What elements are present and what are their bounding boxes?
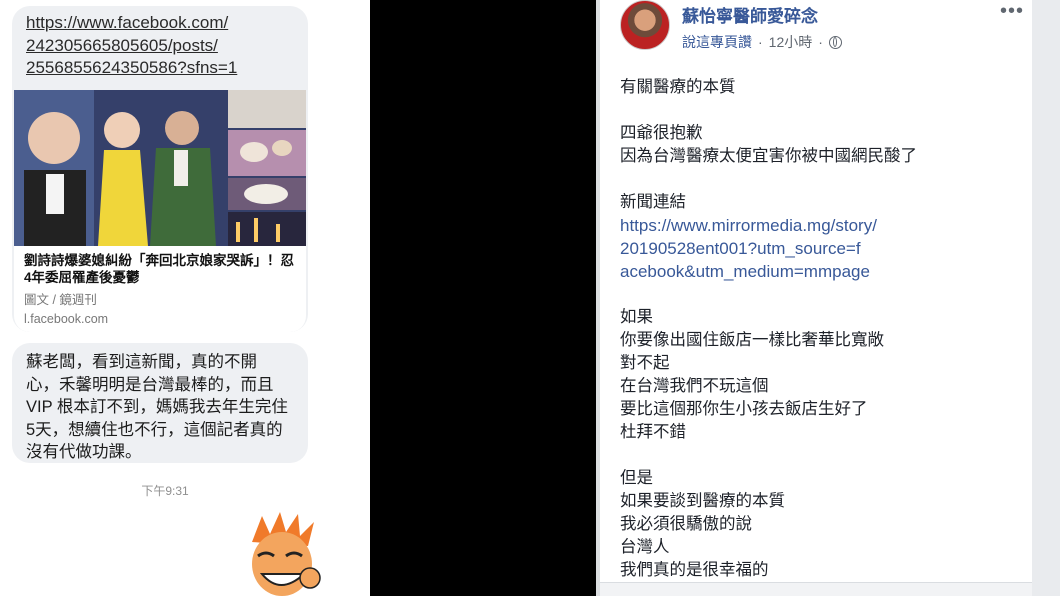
post-link-line[interactable]: 20190528ent001?utm_source=f [620, 237, 920, 260]
post-text-line: 我們真的是很幸福的 [620, 561, 769, 579]
page-name-link[interactable]: 蘇怡寧醫師愛碎念 [682, 2, 818, 27]
preview-domain: l.facebook.com [24, 312, 109, 326]
post-body: 有關醫療的本質 四爺很抱歉因為台灣醫療太便宜害你被中國網民酸了 新聞連結 https:… [620, 76, 920, 582]
post-text-line: 但是 [620, 469, 653, 487]
page-avatar[interactable] [620, 0, 670, 50]
preview-source: 圖文 / 鏡週刊 [24, 293, 97, 307]
post-time-link[interactable]: 12小時 [769, 32, 813, 52]
post-text-line: 如果要談到醫療的本質 [620, 492, 785, 510]
meta-separator: · [818, 34, 823, 50]
post-text-line: 台灣人 [620, 538, 670, 556]
preview-title[interactable]: 劉詩詩爆婆媳糾紛「奔回北京娘家哭訴」！忍4年委屈罹產後憂鬱 [24, 252, 296, 286]
post-text-line: 因為台灣醫療太便宜害你被中國網民酸了 [620, 147, 917, 165]
chat-screenshot: https://www.facebook.com/ 24230566580560… [0, 0, 370, 596]
post-text-line: 在台灣我們不玩這個 [620, 377, 769, 395]
post-link-line[interactable]: https://www.mirrormedia.mg/story/ [620, 214, 920, 237]
message-line: 心，禾馨明明是台灣最棒的，而且 [26, 375, 274, 394]
post-text-line: 四爺很抱歉 [620, 124, 703, 142]
message-line: 5天，想續住也不行，這個記者真的 [26, 420, 283, 439]
post-text-line: 有關醫療的本質 [620, 78, 736, 96]
preview-photo-icon [14, 90, 306, 246]
page-gutter [1032, 0, 1060, 596]
post-meta: 說這專頁讚 · 12小時 · [682, 32, 842, 52]
link-url-line[interactable]: 242305665805605/posts/ [26, 35, 294, 58]
cartoon-sticker-icon [252, 512, 321, 596]
post-text-line: 對不起 [620, 354, 670, 372]
message-line: 沒有代做功課。 [26, 443, 142, 461]
meta-separator: · [758, 34, 763, 50]
post-text-line: 我必須很驕傲的說 [620, 515, 752, 533]
link-preview-image[interactable] [14, 90, 306, 246]
link-preview-card[interactable]: 劉詩詩爆婆媳糾紛「奔回北京娘家哭訴」！忍4年委屈罹產後憂鬱 圖文 / 鏡週刊 l… [14, 246, 306, 332]
post-text-line: 新聞連結 [620, 193, 686, 211]
public-globe-icon [828, 35, 842, 49]
shared-link-url[interactable]: https://www.facebook.com/ 24230566580560… [26, 12, 294, 80]
text-message-bubble: 蘇老闆，看到這新聞，真的不開 心，禾馨明明是台灣最棒的，而且 VIP 根本訂不到… [12, 343, 308, 463]
post-text-line: 要比這個那你生小孩去飯店生好了 [620, 400, 868, 418]
comment-bar[interactable] [600, 582, 1032, 596]
link-url-line[interactable]: 2556855624350586?sfns=1 [26, 57, 294, 80]
post-text-line: 你要像出國住飯店一樣比奢華比寬敞 [620, 331, 884, 349]
post-link-line[interactable]: acebook&utm_medium=mmpage [620, 260, 920, 283]
message-timestamp: 下午9:31 [141, 484, 189, 498]
link-url-line[interactable]: https://www.facebook.com/ [26, 12, 294, 35]
via-link[interactable]: 說這專頁讚 [682, 32, 752, 52]
more-options-icon[interactable]: ••• [1000, 0, 1024, 23]
facebook-post: 蘇怡寧醫師愛碎念 說這專頁讚 · 12小時 · ••• 有關醫療的本質 四爺很抱歉… [600, 0, 1032, 596]
message-line: VIP 根本訂不到，媽媽我去年生完住 [26, 398, 288, 416]
message-line: 蘇老闆，看到這新聞，真的不開 [26, 353, 257, 371]
link-message-bubble[interactable]: https://www.facebook.com/ 24230566580560… [12, 6, 308, 332]
post-text-line: 杜拜不錯 [620, 423, 686, 441]
post-text-line: 如果 [620, 308, 653, 326]
